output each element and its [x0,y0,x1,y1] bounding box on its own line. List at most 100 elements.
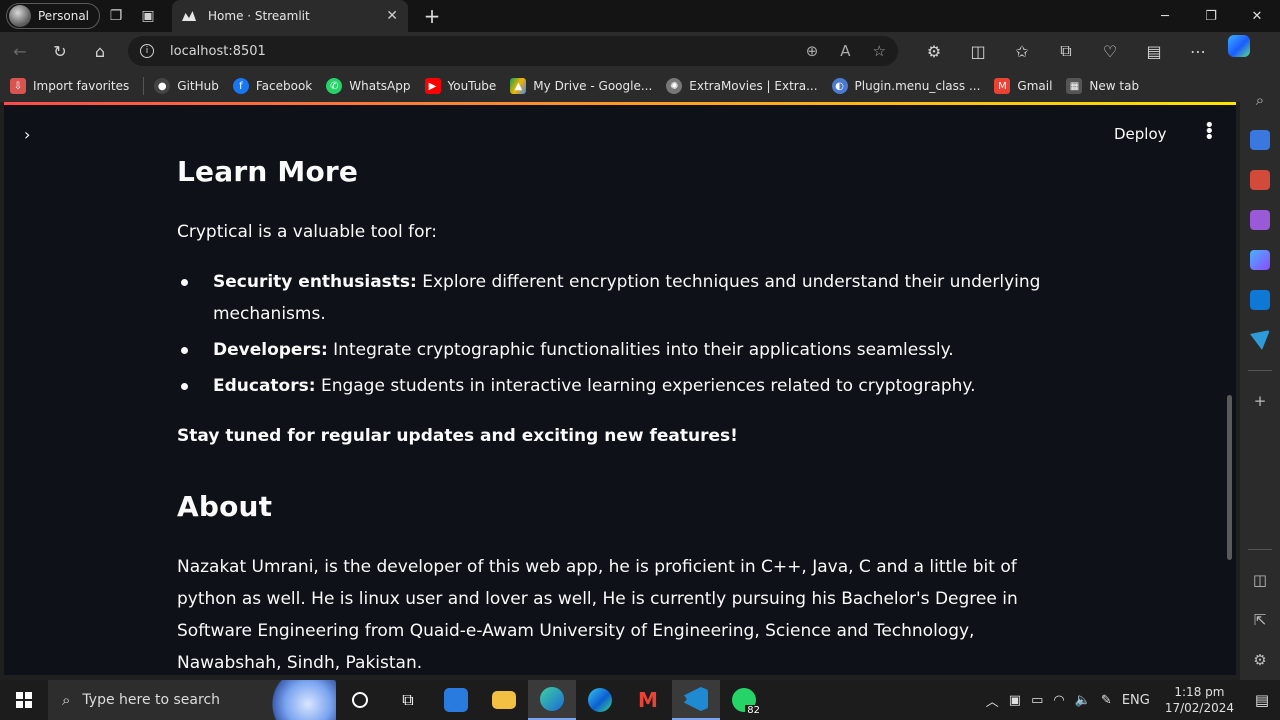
taskbar-search-placeholder[interactable]: Type here to search [82,692,220,708]
clock[interactable]: 1:18 pm 17/02/2024 [1165,684,1234,716]
system-tray: ︿ ▣ ▭ ◠ 🔈 ✎ ENG 1:18 pm 17/02/2024 ▤ [981,680,1280,720]
more-menu-icon[interactable]: ⋯ [1176,35,1220,67]
sidebar-add-icon[interactable]: + [1250,391,1270,411]
sidebar-tools-icon[interactable] [1250,170,1270,190]
deploy-button[interactable]: Deploy [1114,125,1167,143]
vscode-icon[interactable] [672,680,720,720]
about-body: Nazakat Umrani, is the developer of this… [177,557,1018,673]
close-tab-icon[interactable]: ✕ [386,8,398,24]
windows-logo-icon [16,692,32,708]
bookmark-label: Plugin.menu_class ... [854,79,981,93]
address-bar[interactable]: i localhost:8501 ⊕ A ☆ [128,36,898,66]
read-aloud-icon[interactable]: A [840,42,850,60]
sidebar-external-icon[interactable]: ⇱ [1250,610,1270,630]
favorites-icon[interactable]: ✩ [1000,35,1044,67]
volume-icon[interactable]: 🔈 [1075,693,1091,708]
copilot-icon[interactable] [1228,35,1250,57]
list-item-title: Educators: [213,376,316,396]
sidebar-divider [1248,549,1272,550]
sidebar-settings-icon[interactable]: ⚙ [1250,650,1270,670]
avatar [9,5,31,27]
bookmark-import-favorites[interactable]: ⇩ Import favorites [10,78,129,94]
wifi-icon[interactable]: ◠ [1053,693,1064,708]
extensions-icon[interactable]: ⚙ [912,35,956,67]
split-screen-icon[interactable]: ◫ [956,35,1000,67]
notifications-icon[interactable]: ▤ [1244,680,1280,720]
bookmark-facebook[interactable]: f Facebook [232,78,312,94]
site-info-icon[interactable]: i [140,44,154,58]
refresh-icon[interactable]: ↻ [40,35,80,67]
clock-time: 1:18 pm [1174,685,1225,699]
pen-icon[interactable]: ✎ [1101,693,1112,708]
browser-essentials-icon[interactable]: ▤ [1132,35,1176,67]
list-item: Educators: Engage students in interactiv… [181,370,1057,402]
bookmark-whatsapp[interactable]: ✆ WhatsApp [326,78,411,94]
store-icon[interactable] [432,680,480,720]
gmail-taskbar-icon[interactable]: M [624,680,672,720]
bookmark-extramovies[interactable]: ✺ ExtraMovies | Extra... [666,78,818,94]
film-icon: ✺ [666,78,683,94]
tab-active[interactable]: Home · Streamlit ✕ [172,0,409,32]
address-bar-row: ← ↻ ⌂ i localhost:8501 ⊕ A ☆ ⚙ ◫ ✩ ⧉ ♡ ▤… [0,32,1280,70]
edge-icon[interactable] [576,680,624,720]
facebook-icon: f [232,78,249,94]
import-icon: ⇩ [10,78,26,94]
sidebar-shopping-icon[interactable] [1250,130,1270,150]
back-icon[interactable]: ← [0,35,40,67]
sidebar-search-icon[interactable]: ⌕ [1250,90,1270,110]
taskbar-search[interactable]: ⌕ Type here to search [48,680,336,720]
url-text[interactable]: localhost:8501 [170,44,784,59]
closing-text: Stay tuned for regular updates and excit… [177,426,738,446]
list-item-text: Integrate cryptographic functionalities … [327,340,954,360]
profile-label: Personal [38,9,90,23]
language-indicator[interactable]: ENG [1122,693,1150,708]
close-window-icon[interactable]: ✕ [1234,0,1280,32]
home-icon[interactable]: ⌂ [80,35,120,67]
learn-more-closing: Stay tuned for regular updates and excit… [177,420,1057,452]
file-explorer-icon[interactable] [480,680,528,720]
sidebar-outlook-icon[interactable] [1250,290,1270,310]
show-hidden-icons-icon[interactable]: ︿ [986,691,999,710]
learn-more-intro: Cryptical is a valuable tool for: [177,222,437,242]
newtab-icon: ▦ [1066,78,1083,94]
bookmark-plugin-menu-class[interactable]: ◐ Plugin.menu_class ... [831,78,981,94]
sidebar-m365-icon[interactable] [1250,250,1270,270]
profile-button[interactable]: Personal [6,3,101,29]
sidebar-games-icon[interactable] [1250,210,1270,230]
main-menu-icon[interactable]: • • • [1204,117,1215,147]
gmail-icon: M [994,78,1011,94]
tab-actions-icon[interactable]: ▣ [132,2,164,30]
bookmark-new-tab[interactable]: ▦ New tab [1066,78,1139,94]
start-button[interactable] [0,680,48,720]
edge-dev-icon[interactable] [528,680,576,720]
zoom-icon[interactable]: ⊕ [806,42,819,60]
workspaces-icon[interactable]: ❐ [100,2,132,30]
task-view-icon[interactable]: ⧉ [384,680,432,720]
battery-icon[interactable]: ▭ [1031,693,1043,708]
performance-icon[interactable]: ♡ [1088,35,1132,67]
sidebar-expand-chevron-icon[interactable]: › [24,125,30,144]
list-item-title: Security enthusiasts: [213,272,417,292]
sidebar-drop-icon[interactable] [1250,330,1270,350]
bookmark-google-drive[interactable]: ▲ My Drive - Google... [510,78,652,94]
bookmark-youtube[interactable]: ▶ YouTube [424,78,496,94]
drive-icon: ▲ [510,78,527,94]
collections-icon[interactable]: ⧉ [1044,35,1088,67]
windows-taskbar: ⌕ Type here to search ⧉ M 82 ︿ ▣ ▭ ◠ 🔈 ✎… [0,680,1280,720]
bookmark-label: GitHub [177,79,219,93]
bookmark-label: ExtraMovies | Extra... [689,79,818,93]
minimize-icon[interactable]: ─ [1142,0,1188,32]
tab-title: Home · Streamlit [208,9,310,23]
page-scrollbar[interactable] [1227,395,1232,560]
sidebar-hide-icon[interactable]: ◫ [1250,570,1270,590]
favorite-star-icon[interactable]: ☆ [873,42,886,60]
list-item: Developers: Integrate cryptographic func… [181,334,1057,366]
bookmark-gmail[interactable]: M Gmail [994,78,1052,94]
github-icon: ● [154,78,171,94]
cortana-icon[interactable] [336,680,384,720]
bookmark-github[interactable]: ● GitHub [154,78,219,94]
restore-icon[interactable]: ❐ [1188,0,1234,32]
tray-app-icon[interactable]: ▣ [1009,693,1021,708]
whatsapp-taskbar-icon[interactable]: 82 [720,680,768,720]
new-tab-button[interactable]: + [418,4,446,28]
